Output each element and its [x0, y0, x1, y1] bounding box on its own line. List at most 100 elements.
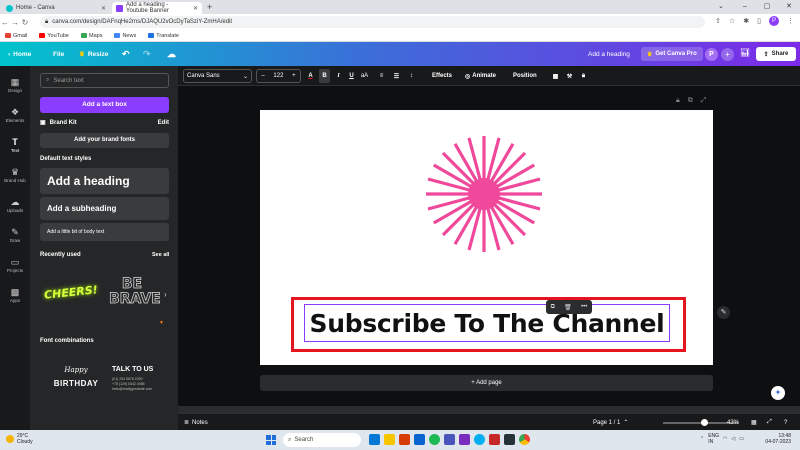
tab-search-chevron-icon[interactable]: ⌄ — [718, 2, 724, 10]
paint-format-icon[interactable]: ⚒ — [564, 69, 575, 83]
forward-icon[interactable]: → — [10, 18, 20, 27]
bookmark-news[interactable]: News — [114, 33, 136, 39]
teams-icon[interactable] — [444, 434, 455, 445]
add-brand-fonts-button[interactable]: Add your brand fonts — [40, 133, 169, 148]
browser-profile-avatar[interactable]: P — [769, 16, 779, 26]
app-icon[interactable] — [504, 434, 515, 445]
design-page[interactable]: Subscribe To The Channel ⧉ 🗑︎ ••• ↻ — [260, 110, 713, 388]
horizontal-scrollbar[interactable] — [178, 406, 800, 413]
weather-widget[interactable]: 29°C Cloudy — [6, 433, 33, 445]
add-page-button[interactable]: + Add page — [260, 375, 713, 391]
font-size-value[interactable]: 122 — [273, 73, 283, 79]
rail-item-design[interactable]: ▦ Design — [0, 70, 30, 100]
tray-chevron-icon[interactable]: ⌃ — [700, 436, 704, 442]
rail-item-elements[interactable]: ❖ Elements — [0, 100, 30, 130]
skype-icon[interactable] — [474, 434, 485, 445]
bookmark-gmail[interactable]: Gmail — [5, 33, 27, 39]
task-view-icon[interactable] — [369, 434, 380, 445]
notes-button[interactable]: ≣ Notes — [184, 414, 208, 431]
italic-icon[interactable]: I — [333, 69, 344, 83]
get-canva-pro-button[interactable]: ♛ Get Canva Pro — [641, 47, 703, 61]
edge-icon[interactable] — [414, 434, 425, 445]
taskbar-search[interactable]: ⌕ Search — [283, 433, 361, 447]
page-indicator[interactable]: Page 1 / 1 ⌃ — [593, 414, 628, 431]
battery-icon[interactable]: ▭ — [739, 436, 744, 442]
combo-birthday-text[interactable]: BIRTHDAY — [46, 379, 106, 388]
zoom-slider-thumb[interactable] — [701, 419, 709, 426]
page-grid-icon[interactable]: ▦ — [751, 414, 757, 431]
chevron-right-icon[interactable]: › — [164, 290, 167, 299]
combo-talk-to-us-text[interactable]: TALK TO US — [112, 366, 153, 373]
undo-icon[interactable]: ↶ — [122, 42, 130, 66]
cloud-save-icon[interactable]: ☁ — [167, 42, 176, 66]
rail-item-text[interactable]: T Text — [0, 130, 30, 160]
taskbar-clock[interactable]: 13:48 04-07-2023 — [751, 433, 791, 445]
bookmark-translate[interactable]: Translate — [148, 33, 179, 39]
tab-home-canva[interactable]: Home - Canva ✕ — [2, 2, 110, 14]
brand-kit-edit-link[interactable]: Edit — [158, 120, 169, 126]
add-text-box-button[interactable]: Add a text box — [40, 97, 169, 113]
minimize-icon[interactable]: – — [734, 0, 756, 14]
menu-dots-icon[interactable]: ⋮ — [787, 17, 794, 25]
language-indicator[interactable]: ENG IN — [708, 433, 719, 445]
reload-icon[interactable]: ↻ — [20, 18, 30, 27]
design-title[interactable]: Add a heading — [588, 42, 630, 66]
bookmark-maps[interactable]: Maps — [81, 33, 102, 39]
font-size-stepper[interactable]: – 122 + — [256, 69, 301, 83]
underline-icon[interactable]: U — [346, 69, 357, 83]
share-button[interactable]: ⇪ Share — [756, 47, 796, 61]
new-tab-icon[interactable]: + — [207, 2, 212, 12]
magic-assistant-icon[interactable]: ✦ — [771, 386, 785, 400]
lock-element-icon[interactable]: 🔒︎ — [578, 69, 589, 83]
tab-add-heading[interactable]: Add a heading - Youtube Banner ✕ — [112, 2, 202, 14]
letter-case-icon[interactable]: aA — [359, 69, 370, 83]
add-comment-icon[interactable]: ✎ — [717, 306, 730, 319]
rail-item-draw[interactable]: ✎ Draw — [0, 220, 30, 250]
url-field[interactable]: 🔒︎ canva.com/design/DAFnqHe2rns/DJAQU2vO… — [40, 16, 705, 28]
animate-button[interactable]: ◎ Animate — [465, 69, 496, 83]
close-tab-icon[interactable]: ✕ — [193, 5, 198, 12]
extensions-icon[interactable]: ✱ — [743, 17, 749, 25]
app-icon[interactable] — [489, 434, 500, 445]
wifi-icon[interactable]: ◠ — [723, 436, 727, 442]
spotify-icon[interactable] — [429, 434, 440, 445]
sidebar-icon[interactable]: ▯ — [757, 17, 761, 25]
photos-icon[interactable] — [459, 434, 470, 445]
add-page-icon[interactable]: ⤢ — [701, 97, 707, 105]
effects-button[interactable]: Effects — [432, 69, 452, 83]
rail-item-projects[interactable]: ▭ Projects — [0, 250, 30, 280]
add-collaborator-icon[interactable]: + — [721, 48, 734, 61]
close-window-icon[interactable]: ✕ — [778, 0, 800, 14]
spacing-icon[interactable]: ↕ — [406, 69, 417, 83]
delete-icon[interactable]: 🗑︎ — [564, 304, 572, 311]
rail-item-uploads[interactable]: ☁ Uploads — [0, 190, 30, 220]
add-heading-style[interactable]: Add a heading — [40, 168, 169, 194]
search-text-input[interactable]: ⌕ Search text — [40, 73, 169, 88]
decrease-size-icon[interactable]: – — [261, 73, 264, 79]
subscribe-heading-text[interactable]: Subscribe To The Channel — [304, 304, 670, 342]
store-icon[interactable] — [399, 434, 410, 445]
bookmark-youtube[interactable]: YouTube — [39, 33, 69, 39]
add-body-text-style[interactable]: Add a little bit of body text — [40, 223, 169, 241]
sunburst-graphic[interactable] — [424, 134, 544, 254]
rail-item-brand-hub[interactable]: ♛ Brand Hub — [0, 160, 30, 190]
insights-icon[interactable]: 📊︎ — [740, 48, 750, 57]
text-color-icon[interactable]: A — [305, 69, 316, 83]
share-page-icon[interactable]: ⇪ — [715, 17, 721, 25]
add-subheading-style[interactable]: Add a subheading — [40, 197, 169, 220]
close-tab-icon[interactable]: ✕ — [101, 5, 106, 12]
more-options-icon[interactable]: ••• — [581, 304, 587, 310]
zoom-level[interactable]: 43% — [727, 414, 739, 431]
recent-be-brave-text[interactable]: BE BRAVE — [109, 276, 161, 307]
resize-button[interactable]: ♛ Resize — [79, 42, 108, 66]
redo-icon[interactable]: ↷ — [143, 42, 151, 66]
rail-item-apps[interactable]: ▩ Apps — [0, 280, 30, 310]
duplicate-page-icon[interactable]: ⧉ — [688, 97, 693, 105]
duplicate-icon[interactable]: ⧉ — [551, 304, 555, 311]
position-button[interactable]: Position — [513, 69, 537, 83]
font-family-dropdown[interactable]: Canva Sans ⌄ — [183, 69, 252, 83]
maximize-icon[interactable]: ▢ — [756, 0, 778, 14]
home-button[interactable]: ‹ Home — [8, 42, 31, 66]
transparency-icon[interactable]: ▦ — [550, 69, 561, 83]
align-center-icon[interactable]: ≡ — [376, 69, 387, 83]
